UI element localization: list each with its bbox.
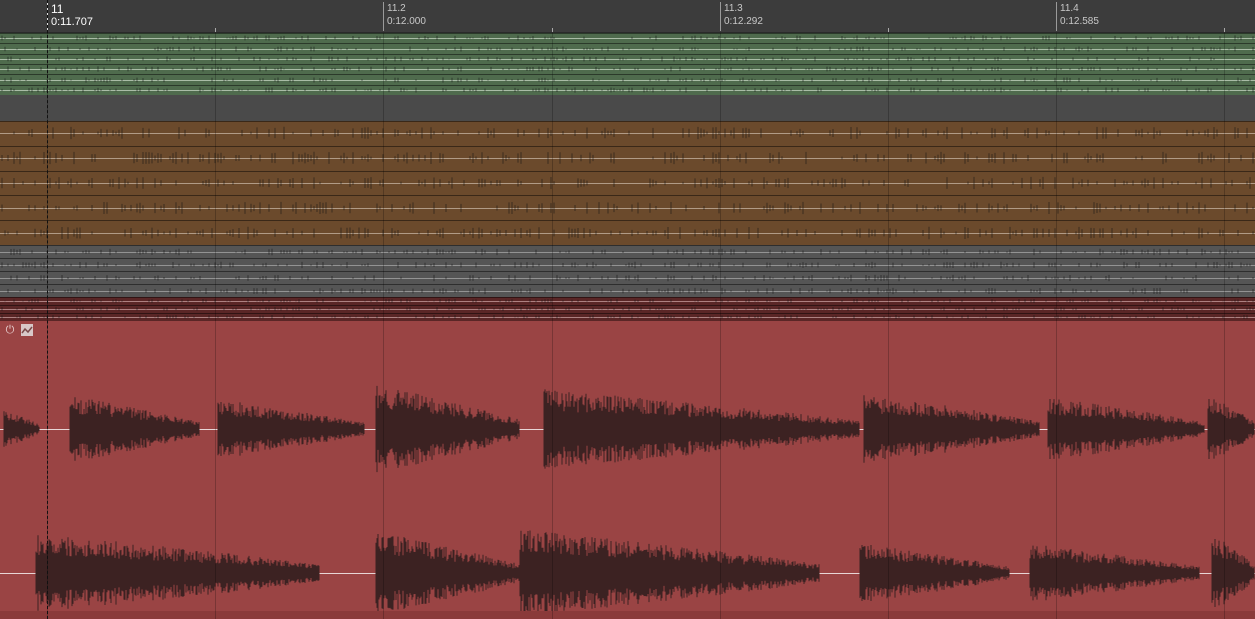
track-area[interactable] bbox=[0, 33, 1255, 619]
red-audio-track[interactable] bbox=[0, 321, 1255, 611]
ruler-time-label: 0:12.585 bbox=[1060, 16, 1099, 27]
timeline-ruler[interactable]: 11 0:11.707 11.2 0:12.000 11.3 0:12.292 11.4 0:… bbox=[0, 0, 1255, 33]
gray-wave-track-lanes bbox=[0, 245, 1255, 295]
ruler-time-label: 0:12.292 bbox=[724, 16, 763, 27]
gray-divider-track bbox=[0, 95, 1255, 121]
gray-wave-track[interactable] bbox=[0, 245, 1255, 297]
ruler-bar-label: 11.2 bbox=[387, 3, 406, 14]
ruler-bar-label: 11.3 bbox=[724, 3, 743, 14]
ruler-bar-label: 11 bbox=[51, 2, 64, 16]
clip-envelope-icon[interactable] bbox=[21, 324, 33, 336]
ruler-minor-tick bbox=[888, 28, 889, 32]
brown-track[interactable] bbox=[0, 121, 1255, 245]
ruler-tick bbox=[47, 2, 48, 31]
ruler-tick bbox=[383, 2, 384, 31]
ruler-tick bbox=[720, 2, 721, 31]
green-track[interactable] bbox=[0, 33, 1255, 95]
dark-red-track-lanes bbox=[0, 297, 1255, 319]
bottom-divider bbox=[0, 611, 1255, 619]
ruler-minor-tick bbox=[1224, 28, 1225, 32]
dark-red-track[interactable] bbox=[0, 297, 1255, 321]
ruler-time-label: 0:12.000 bbox=[387, 16, 426, 27]
ruler-minor-tick bbox=[215, 28, 216, 32]
ruler-time-label: 0:11.707 bbox=[51, 16, 94, 28]
ruler-minor-tick bbox=[552, 28, 553, 32]
brown-track-lanes bbox=[0, 121, 1255, 240]
green-track-lanes bbox=[0, 33, 1255, 93]
power-icon[interactable]: ⏻ bbox=[4, 324, 16, 336]
ruler-bar-label: 11.4 bbox=[1060, 3, 1079, 14]
audio-waveform bbox=[0, 385, 1255, 611]
ruler-tick bbox=[1056, 2, 1057, 31]
